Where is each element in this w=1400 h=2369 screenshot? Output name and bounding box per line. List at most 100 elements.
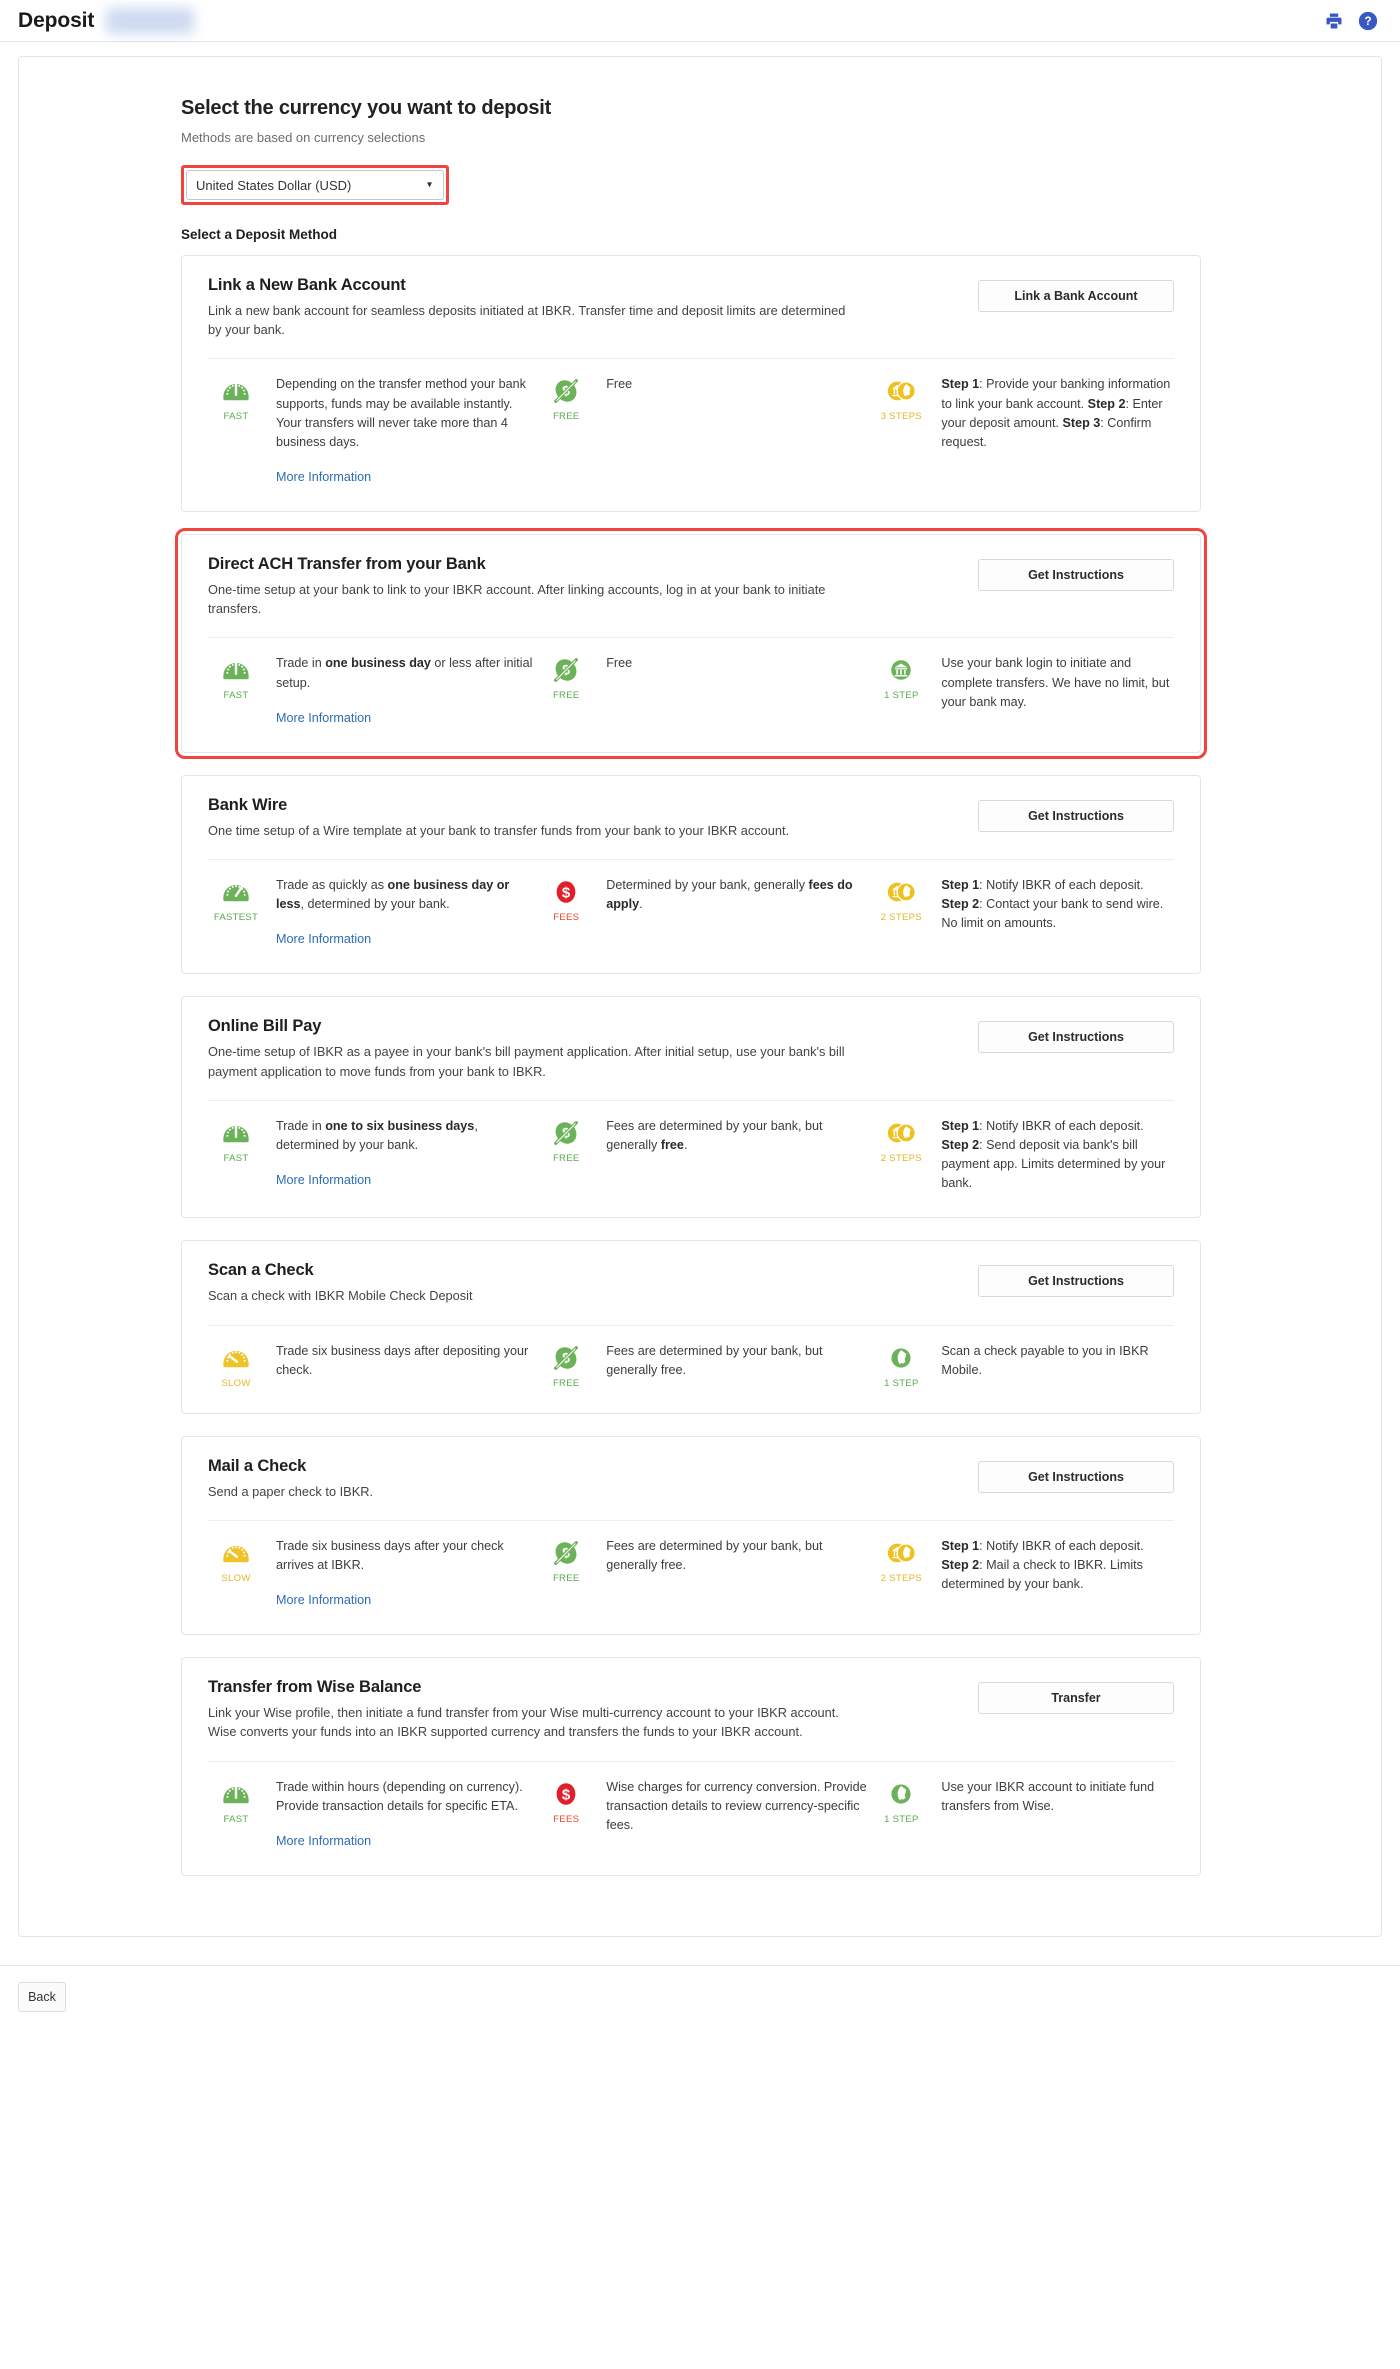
method-feature-steps: 2 STEPSStep 1: Notify IBKR of each depos… — [873, 1117, 1174, 1194]
method-card-heading-group: Transfer from Wise BalanceLink your Wise… — [208, 1678, 960, 1741]
method-title: Bank Wire — [208, 796, 960, 815]
gauge-slow-icon: SLOW — [208, 1342, 264, 1389]
page-title: Deposit — [18, 9, 94, 33]
method-feature-fee-text: Determined by your bank, generally fees … — [606, 876, 873, 949]
method-feature-steps: 2 STEPS Step 1: Notify IBKR of each depos… — [873, 876, 1174, 949]
method-feature-fee-label: FEES — [553, 912, 579, 923]
more-information-link[interactable]: More Information — [276, 1832, 538, 1851]
method-action-button[interactable]: Get Instructions — [978, 1265, 1174, 1297]
method-card-heading-group: Direct ACH Transfer from your BankOne-ti… — [208, 555, 960, 618]
currency-select-wrapper: United States Dollar (USD) ▾ — [181, 165, 449, 205]
method-action-button[interactable]: Transfer — [978, 1682, 1174, 1714]
method-feature-steps: 1 STEPUse your IBKR account to initiate … — [873, 1778, 1174, 1851]
more-information-link[interactable]: More Information — [276, 930, 538, 949]
method-card-heading-group: Scan a CheckScan a check with IBKR Mobil… — [208, 1261, 960, 1305]
method-feature-speed-label: SLOW — [221, 1573, 250, 1584]
method-action-button[interactable]: Get Instructions — [978, 1021, 1174, 1053]
method-card-header: Bank WireOne time setup of a Wire templa… — [208, 796, 1174, 840]
method-feature-fee-text: Wise charges for currency conversion. Pr… — [606, 1778, 873, 1851]
method-action-button[interactable]: Get Instructions — [978, 1461, 1174, 1493]
method-description: Link your Wise profile, then initiate a … — [208, 1703, 848, 1741]
method-feature-steps-label: 1 STEP — [884, 690, 919, 701]
method-feature-steps-text: Step 1: Notify IBKR of each deposit. Ste… — [941, 876, 1174, 949]
deposit-method-card-bank-wire: Bank WireOne time setup of a Wire templa… — [181, 775, 1201, 975]
method-feature-steps-text: Step 1: Provide your banking information… — [941, 375, 1174, 487]
printer-icon[interactable] — [1324, 11, 1344, 31]
method-feature-fee-label: FREE — [553, 1153, 580, 1164]
method-card-header: Link a New Bank AccountLink a new bank a… — [208, 276, 1174, 339]
no-fee-icon: $FREE — [538, 375, 594, 487]
deposit-method-label: Select a Deposit Method — [181, 227, 1255, 242]
method-feature-steps-text: Use your bank login to initiate and comp… — [941, 654, 1174, 727]
method-feature-speed-label: FASTEST — [214, 912, 258, 923]
method-feature-steps-text: Use your IBKR account to initiate fund t… — [941, 1778, 1174, 1851]
more-information-link[interactable]: More Information — [276, 709, 538, 728]
no-fee-icon: $FREE — [538, 1117, 594, 1194]
method-action-area: Get Instructions — [978, 1457, 1174, 1493]
method-feature-steps-text: Scan a check payable to you in IBKR Mobi… — [941, 1342, 1174, 1389]
method-feature-speed-text: Depending on the transfer method your ba… — [276, 375, 538, 487]
method-feature-steps-label: 2 STEPS — [881, 1153, 922, 1164]
method-action-button[interactable]: Get Instructions — [978, 800, 1174, 832]
method-features: SLOW Trade six business days after deposi… — [208, 1326, 1174, 1389]
svg-text:?: ? — [1364, 15, 1371, 28]
method-feature-steps: 1 STEP Scan a check payable to you in IBK… — [873, 1342, 1174, 1389]
method-feature-fee: $FREEFree — [538, 375, 873, 487]
single-coin-icon: 1 STEP — [873, 1778, 929, 1851]
coins-icon: 2 STEPS — [873, 1117, 929, 1194]
method-feature-steps: 3 STEPSStep 1: Provide your banking info… — [873, 375, 1174, 487]
more-information-link[interactable]: More Information — [276, 1171, 538, 1190]
gauge-slow-icon: SLOW — [208, 1537, 264, 1610]
method-action-area: Get Instructions — [978, 555, 1174, 591]
method-title: Link a New Bank Account — [208, 276, 960, 295]
method-features: FASTEST Trade as quickly as one business … — [208, 860, 1174, 949]
more-information-link[interactable]: More Information — [276, 1591, 538, 1610]
method-card-header: Direct ACH Transfer from your BankOne-ti… — [208, 555, 1174, 618]
gauge-icon: FAST — [208, 375, 264, 487]
method-feature-speed-label: FAST — [224, 1814, 249, 1825]
bank-icon: 1 STEP — [873, 654, 929, 727]
method-feature-speed-text: Trade in one business day or less after … — [276, 654, 538, 727]
method-feature-steps-label: 1 STEP — [884, 1378, 919, 1389]
method-feature-fee-text: Free — [606, 654, 873, 727]
method-feature-speed-text: Trade six business days after your check… — [276, 1537, 538, 1610]
method-action-area: Transfer — [978, 1678, 1174, 1714]
method-feature-steps-label: 2 STEPS — [881, 912, 922, 923]
more-information-link[interactable]: More Information — [276, 468, 538, 487]
help-circle-icon[interactable]: ? — [1358, 11, 1378, 31]
method-feature-speed: SLOW Trade six business days after deposi… — [208, 1342, 538, 1389]
method-feature-fee: $FREEFees are determined by your bank, b… — [538, 1342, 873, 1389]
method-feature-fee: $FEESDetermined by your bank, generally … — [538, 876, 873, 949]
method-card-header: Online Bill PayOne-time setup of IBKR as… — [208, 1017, 1174, 1080]
method-feature-speed-label: FAST — [224, 411, 249, 422]
method-feature-speed-text: Trade in one to six business days, deter… — [276, 1117, 538, 1194]
method-feature-speed-text: Trade as quickly as one business day or … — [276, 876, 538, 949]
method-description: Scan a check with IBKR Mobile Check Depo… — [208, 1286, 848, 1305]
fee-dollar-icon: $FEES — [538, 876, 594, 949]
method-description: One-time setup of IBKR as a payee in you… — [208, 1042, 848, 1080]
currency-select[interactable]: United States Dollar (USD) — [186, 170, 444, 200]
method-feature-fee-label: FEES — [553, 1814, 579, 1825]
method-feature-steps: 1 STEP Use your bank login to initiate an… — [873, 654, 1174, 727]
method-description: One-time setup at your bank to link to y… — [208, 580, 848, 618]
method-feature-speed: FAST Trade within hours (depending on cur… — [208, 1778, 538, 1851]
method-action-button[interactable]: Get Instructions — [978, 559, 1174, 591]
method-feature-speed-text: Trade six business days after depositing… — [276, 1342, 538, 1389]
method-feature-speed-label: FAST — [224, 690, 249, 701]
method-feature-steps-text: Step 1: Notify IBKR of each deposit. Ste… — [941, 1537, 1174, 1610]
method-feature-steps-label: 2 STEPS — [881, 1573, 922, 1584]
deposit-method-card-mail-a-check: Mail a CheckSend a paper check to IBKR. G… — [181, 1436, 1201, 1636]
deposit-method-card-link-new-bank-account: Link a New Bank AccountLink a new bank a… — [181, 255, 1201, 512]
method-card-header: Mail a CheckSend a paper check to IBKR. G… — [208, 1457, 1174, 1501]
method-features: FAST Trade in one to six business days, d… — [208, 1101, 1174, 1194]
back-button[interactable]: Back — [18, 1982, 66, 2012]
coins-icon: 3 STEPS — [873, 375, 929, 487]
method-feature-speed-text: Trade within hours (depending on currenc… — [276, 1778, 538, 1851]
method-feature-fee-text: Fees are determined by your bank, but ge… — [606, 1537, 873, 1610]
no-fee-icon: $FREE — [538, 654, 594, 727]
method-feature-speed-label: FAST — [224, 1153, 249, 1164]
app-header: Deposit ? — [0, 0, 1400, 42]
method-action-button[interactable]: Link a Bank Account — [978, 280, 1174, 312]
deposit-method-card-direct-ach-transfer: Direct ACH Transfer from your BankOne-ti… — [181, 534, 1201, 753]
method-card-heading-group: Mail a CheckSend a paper check to IBKR. — [208, 1457, 960, 1501]
